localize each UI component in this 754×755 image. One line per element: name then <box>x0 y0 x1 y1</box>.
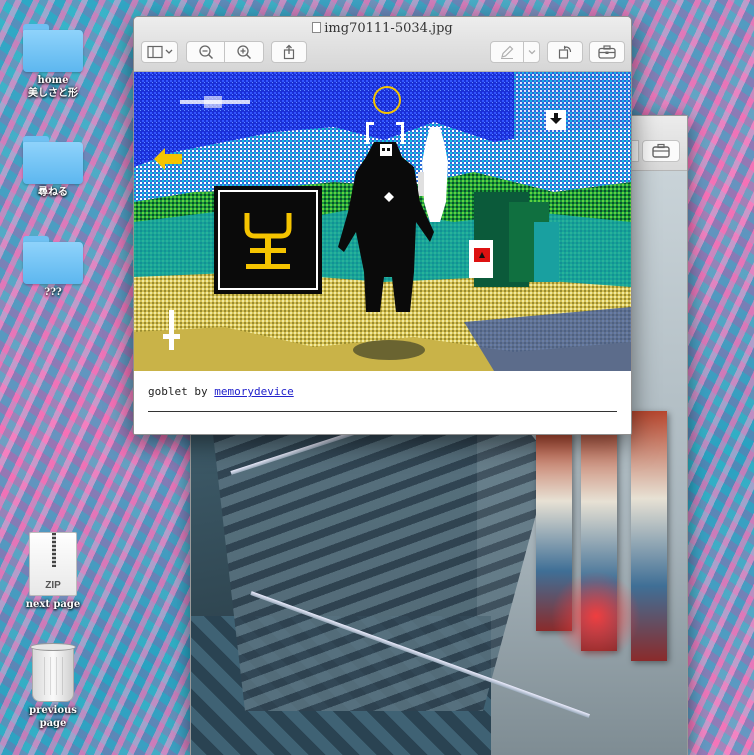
share-button[interactable] <box>271 41 307 63</box>
markup-button[interactable] <box>490 41 524 63</box>
image-caption: goblet by memorydevice <box>148 385 294 398</box>
toolbox-icon[interactable] <box>642 140 680 162</box>
zoom-in-icon <box>237 45 252 60</box>
image-file-icon <box>312 22 322 33</box>
window-title: img70111-5034.jpg <box>134 21 631 36</box>
desktop-icon-label: next page <box>25 599 81 610</box>
desktop-zip-next-page[interactable]: ZIP next page <box>8 532 98 611</box>
desktop-icon-label: previous page <box>29 705 77 729</box>
zoom-out-button[interactable] <box>186 41 225 63</box>
folder-icon <box>23 236 83 284</box>
title-bar[interactable]: img70111-5034.jpg <box>134 17 631 72</box>
caption-area: goblet by memorydevice <box>134 371 631 434</box>
chevron-down-icon <box>528 50 535 55</box>
zip-archive-icon: ZIP <box>29 532 77 596</box>
desktop-folder-ask[interactable]: 尋ねる <box>8 136 98 199</box>
markup-dropdown-button[interactable] <box>524 41 540 63</box>
pen-icon <box>501 45 514 59</box>
desktop-folder-unknown[interactable]: ??? <box>8 236 98 299</box>
folder-icon <box>23 136 83 184</box>
share-icon <box>283 44 295 60</box>
divider <box>148 411 617 412</box>
artist-link[interactable]: memorydevice <box>214 385 293 398</box>
trash-icon <box>30 643 76 702</box>
desktop-folder-home[interactable]: home 美しさと形 <box>8 24 98 100</box>
goblet-pixel-art-image <box>134 72 631 371</box>
sidebar-toggle-button[interactable] <box>141 41 178 63</box>
rotate-icon <box>558 45 572 59</box>
desktop-trash-previous-page[interactable]: previous page <box>8 643 98 730</box>
caption-prefix: goblet by <box>148 385 215 398</box>
desktop-icon-label: home 美しさと形 <box>28 75 78 99</box>
folder-icon <box>23 24 83 72</box>
desktop-icon-label: ??? <box>44 287 62 298</box>
desktop-icon-label: 尋ねる <box>38 187 68 198</box>
preview-window[interactable]: img70111-5034.jpg goblet by memorydevice <box>133 16 632 435</box>
toolbox-icon <box>598 45 616 59</box>
rotate-button[interactable] <box>547 41 583 63</box>
zip-badge: ZIP <box>45 580 61 591</box>
zoom-out-icon <box>198 45 213 60</box>
pixel-art-scene <box>134 72 631 371</box>
zoom-in-button[interactable] <box>225 41 264 63</box>
toolbox-button[interactable] <box>589 41 625 63</box>
sidebar-icon <box>146 45 172 59</box>
